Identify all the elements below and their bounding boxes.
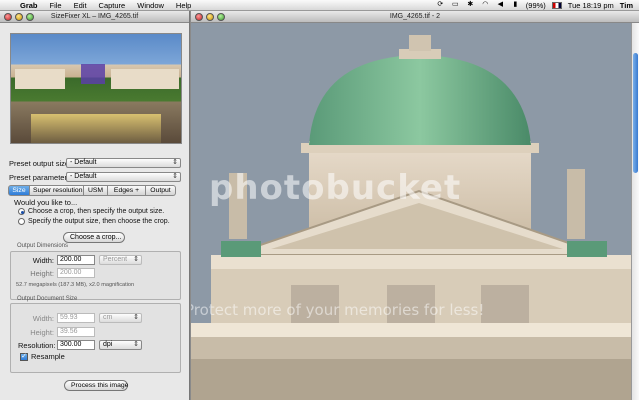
volume-icon[interactable]: ◀ — [496, 1, 505, 9]
resolution-row: Resolution: 300.00 dpi — [18, 340, 142, 350]
menu-help[interactable]: Help — [170, 1, 197, 10]
preview-boat — [31, 114, 161, 143]
vertical-scrollbar[interactable] — [631, 23, 639, 400]
doc-width-row: Width: 59.93 cm — [18, 313, 142, 323]
sizefixer-window: SizeFixer XL – IMG_4265.tif Preset outpu… — [0, 11, 190, 400]
process-row: Process this image — [64, 380, 128, 391]
preset-params-popup[interactable]: - Default — [66, 172, 181, 182]
building-photo — [191, 23, 631, 400]
wifi-icon[interactable]: ◠ — [481, 1, 490, 9]
menu-edit[interactable]: Edit — [68, 1, 93, 10]
doc-height-input[interactable]: 39.56 — [57, 327, 95, 337]
tab-size[interactable]: Size — [8, 185, 30, 196]
menu-window[interactable]: Window — [131, 1, 170, 10]
display-icon[interactable]: ▭ — [451, 1, 460, 9]
width-row: Width: 200.00 Percent — [18, 255, 142, 265]
tab-edges[interactable]: Edges + — [108, 185, 146, 196]
height-input[interactable]: 200.00 — [57, 268, 95, 278]
doc-height-label: Height: — [30, 327, 54, 337]
megapixels-note: 52.7 megapixels (187.3 MB), x2.0 magnifi… — [16, 282, 135, 288]
height-row: Height: 200.00 — [18, 268, 95, 278]
resolution-unit-popup[interactable]: dpi — [99, 340, 142, 350]
resolution-input[interactable]: 300.00 — [57, 340, 95, 350]
dimension-unit-popup[interactable]: Percent — [99, 255, 142, 265]
close-window-icon[interactable] — [4, 12, 12, 21]
radio-output-row[interactable]: Specify the output size, then choose the… — [18, 218, 170, 225]
radio-crop-row[interactable]: Choose a crop, then specify the output s… — [18, 208, 164, 215]
preset-output-label: Preset output size: — [9, 158, 72, 168]
choose-crop-row: Choose a crop... — [63, 232, 125, 243]
radio-output-first[interactable] — [18, 218, 25, 225]
choose-crop-button[interactable]: Choose a crop... — [63, 232, 125, 243]
zoom-window-icon[interactable] — [217, 12, 225, 21]
height-label: Height: — [30, 268, 54, 278]
radio-crop-label[interactable]: Choose a crop, then specify the output s… — [28, 208, 164, 215]
tab-super-resolution[interactable]: Super resolution — [30, 185, 84, 196]
doc-height-row: Height: 39.56 — [18, 327, 95, 337]
preset-params-label: Preset parameters: — [9, 172, 73, 182]
user-name[interactable]: Tim — [620, 1, 633, 10]
output-dimensions-title: Output Dimensions — [17, 243, 69, 249]
image-canvas[interactable]: photobucket Protect more of your memorie… — [191, 23, 631, 400]
resolution-label: Resolution: — [18, 340, 56, 350]
doc-width-label: Width: — [32, 313, 54, 323]
panel-titlebar[interactable]: SizeFixer XL – IMG_4265.tif — [0, 11, 189, 23]
battery-icon[interactable]: ▮ — [511, 1, 520, 9]
menu-app-grab[interactable]: Grab — [14, 1, 44, 10]
minimize-window-icon[interactable] — [15, 12, 23, 21]
preset-output-row: Preset output size: - Default — [9, 158, 181, 168]
doc-unit-popup[interactable]: cm — [99, 313, 142, 323]
preset-params-row: Preset parameters: - Default — [9, 172, 181, 182]
settings-tabs: Size Super resolution USM Edges + Output — [8, 185, 182, 196]
zoom-window-icon[interactable] — [26, 12, 34, 21]
tab-usm[interactable]: USM — [84, 185, 108, 196]
image-preview-thumbnail[interactable] — [10, 33, 182, 144]
would-you-like-row: Would you like to... — [14, 198, 77, 207]
scrollbar-thumb[interactable] — [633, 53, 638, 173]
menu-capture[interactable]: Capture — [93, 1, 132, 10]
crop-marker[interactable] — [81, 64, 105, 84]
width-input[interactable]: 200.00 — [57, 255, 95, 265]
would-you-like-label: Would you like to... — [14, 198, 78, 207]
resample-label[interactable]: Resample — [31, 352, 65, 361]
image-titlebar[interactable]: IMG_4265.tif - 2 — [191, 11, 639, 23]
minimize-window-icon[interactable] — [206, 12, 214, 21]
battery-percent: (99%) — [525, 0, 546, 10]
process-image-button[interactable]: Process this image — [64, 380, 128, 391]
image-window: IMG_4265.tif - 2 photobucket Protect mor… — [191, 11, 639, 400]
watermark-main: photobucket — [209, 168, 462, 208]
watermark-sub: Protect more of your memories for less! — [191, 301, 485, 319]
flag-icon[interactable] — [551, 1, 562, 9]
output-doc-size-title: Output Document Size — [17, 296, 78, 302]
preview-building — [111, 69, 179, 89]
doc-width-input[interactable]: 59.93 — [57, 313, 95, 323]
menu-clock[interactable]: Tue 18:19 pm — [568, 1, 614, 10]
resample-checkbox[interactable]: ✓ — [20, 352, 28, 361]
menu-file[interactable]: File — [44, 1, 68, 10]
radio-crop-first[interactable] — [18, 208, 25, 215]
megapixels-row: 52.7 megapixels (187.3 MB), x2.0 magnifi… — [16, 282, 134, 288]
preset-output-popup[interactable]: - Default — [66, 158, 181, 168]
resample-row[interactable]: ✓ Resample — [20, 352, 65, 361]
image-title: IMG_4265.tif - 2 — [389, 13, 441, 20]
tab-output[interactable]: Output — [146, 185, 176, 196]
close-window-icon[interactable] — [195, 12, 203, 21]
sync-icon[interactable]: ⟳ — [436, 1, 445, 9]
bluetooth-icon[interactable]: ✱ — [466, 1, 475, 9]
preview-building — [15, 69, 65, 89]
radio-output-label[interactable]: Specify the output size, then choose the… — [28, 218, 170, 225]
menu-bar: Grab File Edit Capture Window Help ⟳ ▭ ✱… — [0, 0, 639, 11]
width-label: Width: — [32, 255, 54, 265]
